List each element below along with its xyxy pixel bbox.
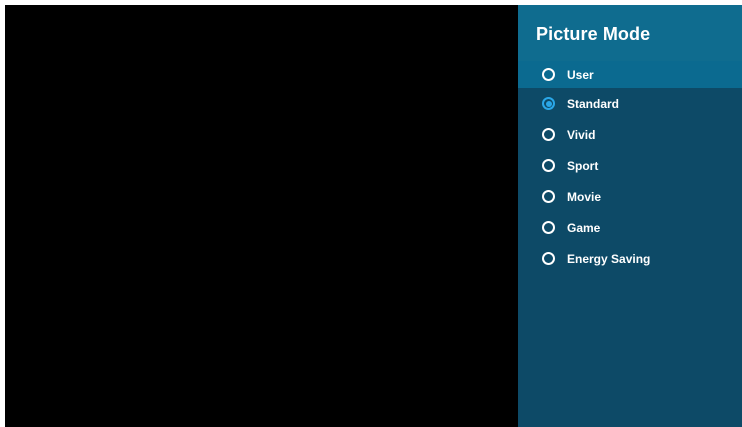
option-standard[interactable]: Standard [518,88,742,119]
option-label: Standard [567,96,620,111]
option-movie[interactable]: Movie [518,181,742,212]
picture-mode-options: User Standard Vivid Sport Movie Game Ene… [518,61,742,274]
option-label: Vivid [567,127,596,142]
option-label: Energy Saving [567,251,651,266]
option-label: Game [567,220,601,235]
radio-dot-icon [545,100,552,107]
panel-title: Picture Mode [536,23,651,44]
picture-mode-panel: Picture Mode User Standard Vivid Sport M… [518,5,742,427]
radio-unselected-icon [542,159,555,172]
option-label: User [567,67,594,82]
option-sport[interactable]: Sport [518,150,742,181]
option-game[interactable]: Game [518,212,742,243]
radio-unselected-icon [542,128,555,141]
radio-unselected-icon [542,68,555,81]
radio-unselected-icon [542,221,555,234]
option-label: Sport [567,158,599,173]
option-vivid[interactable]: Vivid [518,119,742,150]
radio-unselected-icon [542,252,555,265]
panel-header: Picture Mode [518,5,742,61]
radio-unselected-icon [542,190,555,203]
radio-selected-icon [542,97,555,110]
option-user[interactable]: User [518,61,742,88]
option-energy-saving[interactable]: Energy Saving [518,243,742,274]
option-label: Movie [567,189,602,204]
